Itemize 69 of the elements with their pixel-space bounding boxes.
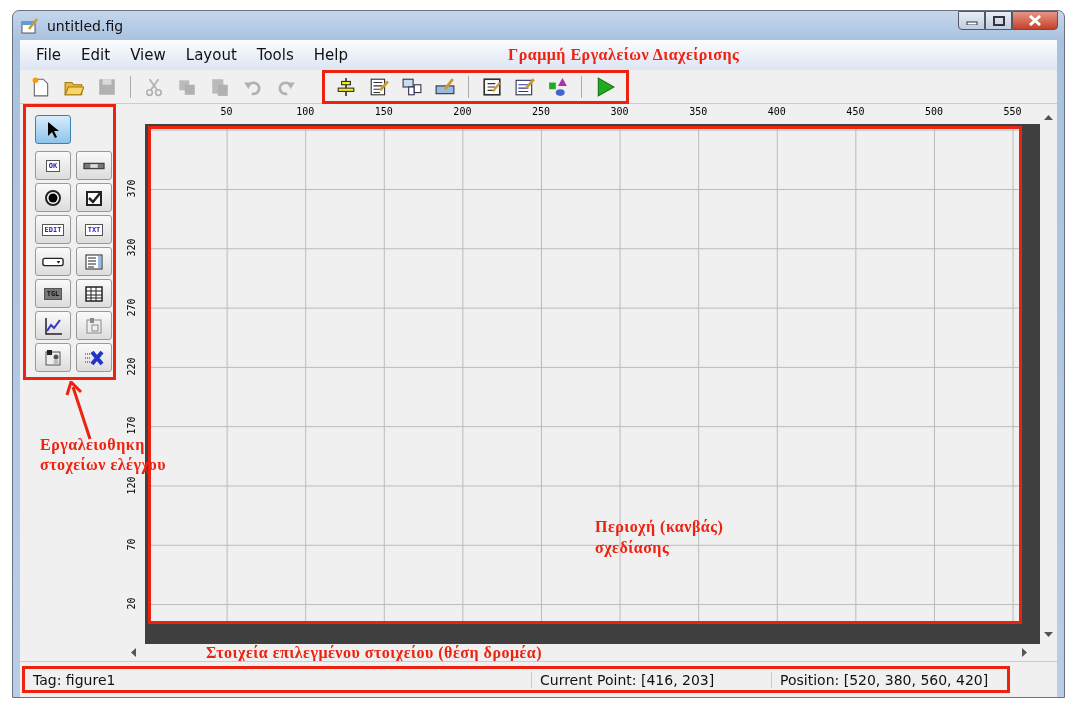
ruler-label: 70 xyxy=(125,537,137,553)
annotation-text: σχεδίασης xyxy=(595,538,671,558)
ruler-label: 250 xyxy=(530,106,552,117)
scroll-left-icon[interactable] xyxy=(130,648,136,657)
editor-icon[interactable] xyxy=(482,76,502,97)
ruler-label: 220 xyxy=(125,356,137,378)
ruler-label: 200 xyxy=(452,106,473,117)
menu-editor-icon[interactable] xyxy=(369,76,389,97)
menu-item[interactable]: View xyxy=(120,46,176,64)
ruler-label: 500 xyxy=(923,106,945,117)
ruler-label: 350 xyxy=(688,106,709,117)
scroll-right-icon[interactable] xyxy=(1022,648,1028,657)
ruler-label: 50 xyxy=(219,106,234,117)
scroll-down-icon[interactable] xyxy=(1044,632,1053,638)
menu-item[interactable]: File xyxy=(26,46,72,64)
annotation-text: Γραμμή Εργαλείων Διαχείρισης xyxy=(508,46,740,64)
ruler-label: 20 xyxy=(125,596,137,612)
annotation-text: Εργαλειοθηκη xyxy=(40,435,146,455)
ruler-label: 320 xyxy=(125,237,137,259)
status-current-point: Current Point: [416, 203] xyxy=(531,671,771,688)
ruler-label: 370 xyxy=(125,178,137,200)
close-icon xyxy=(1028,15,1042,26)
palette-tool-button[interactable] xyxy=(35,343,71,372)
annotation-text: Στοιχεία επιλεγμένου στοιχείου (θέση δρομέα) xyxy=(206,644,543,661)
scroll-up-icon[interactable] xyxy=(1044,114,1053,120)
palette-tool-button[interactable] xyxy=(76,279,112,308)
ruler-label: 100 xyxy=(295,106,316,117)
palette-tool-button[interactable] xyxy=(76,151,112,180)
annotation-text: Περιοχή (κανβάς) xyxy=(595,517,724,537)
object-browser-icon[interactable] xyxy=(548,76,568,97)
maximize-icon xyxy=(992,15,1005,26)
toolbar-editor-icon[interactable] xyxy=(435,76,455,97)
button-group-icon xyxy=(42,347,64,368)
radio-icon xyxy=(42,187,64,208)
window-title: untitled.fig xyxy=(47,17,124,34)
close-button[interactable] xyxy=(1012,11,1058,30)
listbox-icon xyxy=(83,251,105,272)
horizontal-scrollbar[interactable]: Στοιχεία επιλεγμένου στοιχείου (θέση δρομέα) xyxy=(120,644,1040,661)
menu-item[interactable]: Layout xyxy=(175,46,247,64)
ruler-label: 170 xyxy=(125,415,137,437)
run-icon[interactable] xyxy=(595,76,615,97)
palette-tool-button[interactable] xyxy=(35,311,71,340)
palette-tool-button[interactable] xyxy=(35,183,71,212)
panel-icon xyxy=(83,315,105,336)
status-tag: Tag: figure1 xyxy=(25,671,531,688)
ruler-label: 550 xyxy=(1002,106,1023,117)
ruler-label: 300 xyxy=(609,106,630,117)
ruler-label: 270 xyxy=(125,297,137,319)
minimize-button[interactable] xyxy=(958,11,985,30)
ruler-label: 450 xyxy=(845,106,866,117)
menu-item[interactable]: Help xyxy=(303,46,358,64)
palette-tool-button[interactable] xyxy=(35,115,71,144)
menu-item[interactable]: Edit xyxy=(71,46,121,64)
ruler-label: 120 xyxy=(125,474,137,496)
table-icon xyxy=(83,283,105,304)
maximize-button[interactable] xyxy=(985,11,1012,30)
menu-item[interactable]: Tools xyxy=(246,46,304,64)
align-icon[interactable] xyxy=(336,76,356,97)
palette-tool-button[interactable] xyxy=(76,183,112,212)
ruler-label: 150 xyxy=(373,106,394,117)
status-position: Position: [520, 380, 560, 420] xyxy=(771,671,997,688)
ruler-label: 400 xyxy=(766,106,787,117)
app-icon xyxy=(21,16,39,35)
property-inspector-icon[interactable] xyxy=(515,76,535,97)
axes-icon xyxy=(42,315,64,336)
palette-tool-button[interactable] xyxy=(35,247,71,276)
new-file-icon[interactable] xyxy=(31,76,51,97)
tab-order-icon[interactable] xyxy=(402,76,422,97)
palette-tool-button[interactable] xyxy=(76,343,112,372)
